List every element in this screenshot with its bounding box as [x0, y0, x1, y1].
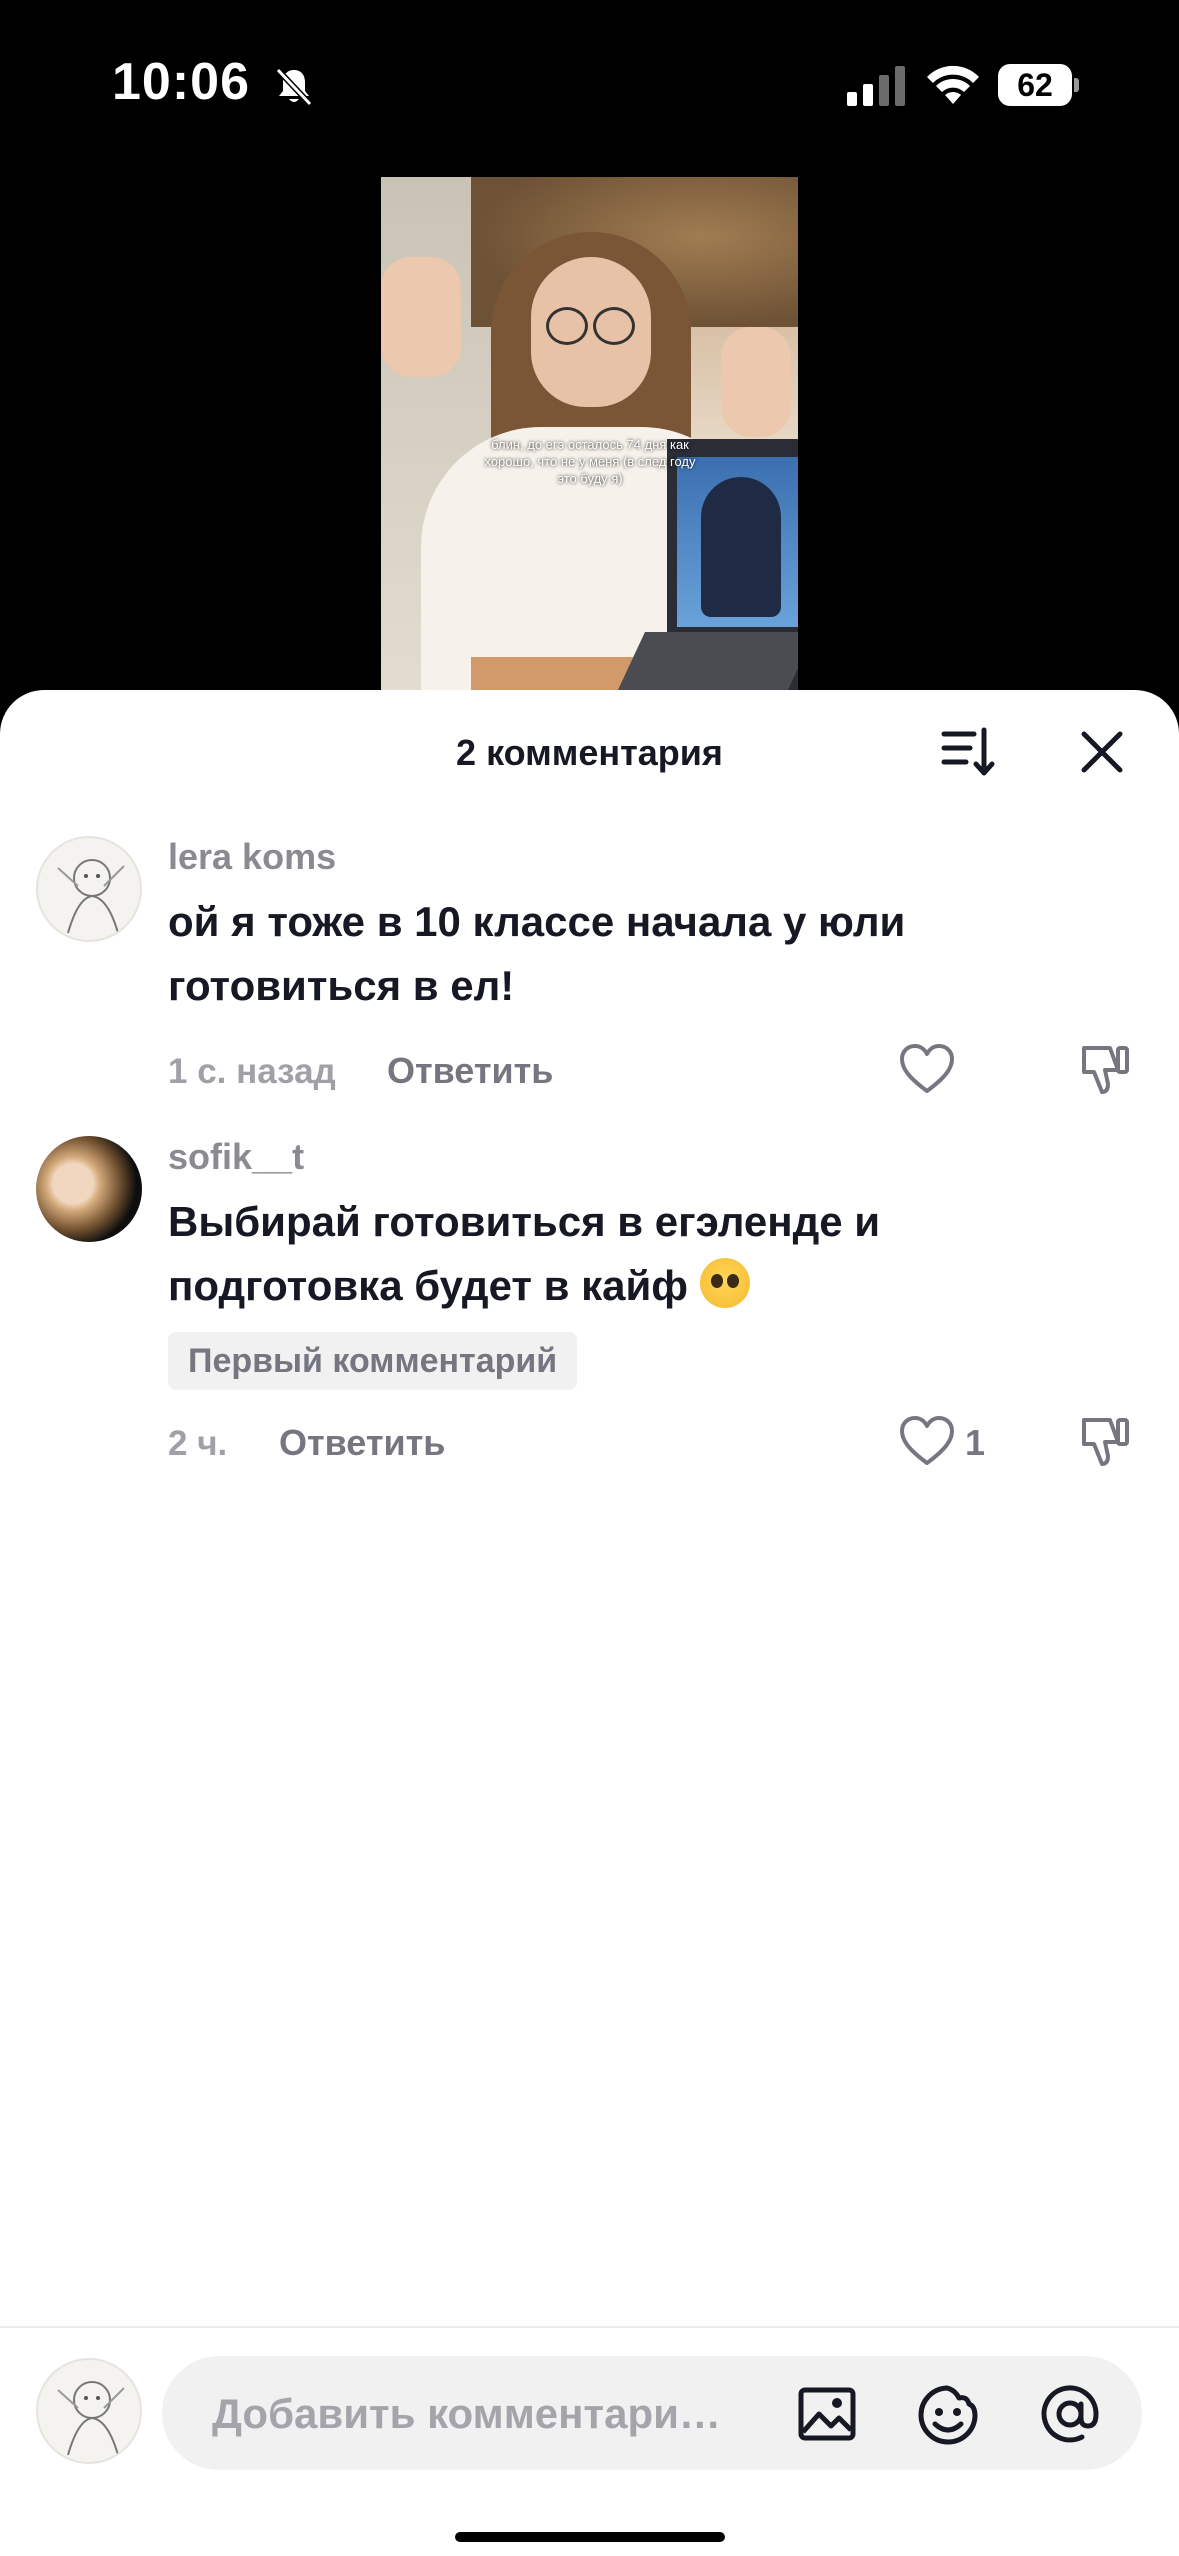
battery-level: 62	[998, 64, 1072, 106]
like-count: 1	[965, 1422, 986, 1463]
video-hand-right	[721, 327, 791, 437]
avatar[interactable]	[36, 1136, 142, 1242]
video-glasses-right	[593, 307, 635, 345]
video-glasses-left	[546, 307, 588, 345]
close-icon[interactable]	[1076, 726, 1128, 778]
avatar-sketch-image	[57, 859, 125, 934]
comment-time: 2 ч.	[168, 1424, 228, 1463]
comment-text: Выбирай готовиться в егэленде и подготов…	[168, 1190, 1068, 1318]
comment-composer: Добавить комментари…	[0, 2326, 1179, 2556]
comments-count-title: 2 комментария	[456, 732, 723, 773]
at-icon[interactable]	[1038, 2382, 1102, 2446]
avatar-sketch-image	[57, 2381, 125, 2456]
status-bar: 10:06 62	[0, 0, 1179, 170]
status-time: 10:06	[112, 53, 250, 111]
reply-button[interactable]: Ответить	[387, 1050, 553, 1092]
home-indicator[interactable]	[455, 2532, 725, 2542]
image-icon[interactable]	[797, 2386, 857, 2442]
heart-icon[interactable]	[898, 1042, 956, 1096]
sort-icon[interactable]	[940, 724, 996, 780]
comment-input[interactable]: Добавить комментари…	[162, 2356, 1142, 2470]
comment-text: ой я тоже в 10 классе начала у юли готов…	[168, 898, 906, 1009]
battery-tip	[1074, 78, 1079, 92]
avatar[interactable]	[36, 836, 142, 942]
signal-icon	[847, 66, 905, 106]
emoji-icon[interactable]	[917, 2384, 979, 2446]
heart-icon[interactable]	[898, 1414, 956, 1468]
video-hand-left	[381, 257, 461, 377]
thumbs-down-icon[interactable]	[1078, 1412, 1132, 1468]
comment-time: 1 с. назад	[168, 1052, 336, 1091]
bell-slash-icon	[275, 67, 313, 107]
battery-icon: 62	[998, 64, 1080, 108]
first-comment-badge: Первый комментарий	[168, 1332, 578, 1390]
comment-username[interactable]: sofik__t	[168, 1136, 304, 1178]
video-laptop-person	[701, 477, 781, 617]
reply-button[interactable]: Ответить	[279, 1422, 445, 1464]
thumbs-down-icon[interactable]	[1078, 1040, 1132, 1096]
comment-username[interactable]: lera koms	[168, 836, 336, 878]
wifi-icon	[927, 65, 979, 104]
comments-sheet: 2 комментария lera koms ой я тоже в 10 к…	[0, 690, 1179, 2556]
comment-text-content: Выбирай готовиться в егэленде и подготов…	[168, 1198, 881, 1309]
video-caption: блин, до егэ осталось 74 дня как хорошо,…	[484, 437, 696, 486]
pleading-face-emoji-icon	[699, 1258, 750, 1308]
video-keyboard	[617, 632, 798, 692]
avatar	[36, 2358, 142, 2464]
comment-input-placeholder[interactable]: Добавить комментари…	[212, 2390, 732, 2438]
screen: 10:06 62 блин, до егэ осталось 74 дня ка…	[0, 0, 1179, 2556]
